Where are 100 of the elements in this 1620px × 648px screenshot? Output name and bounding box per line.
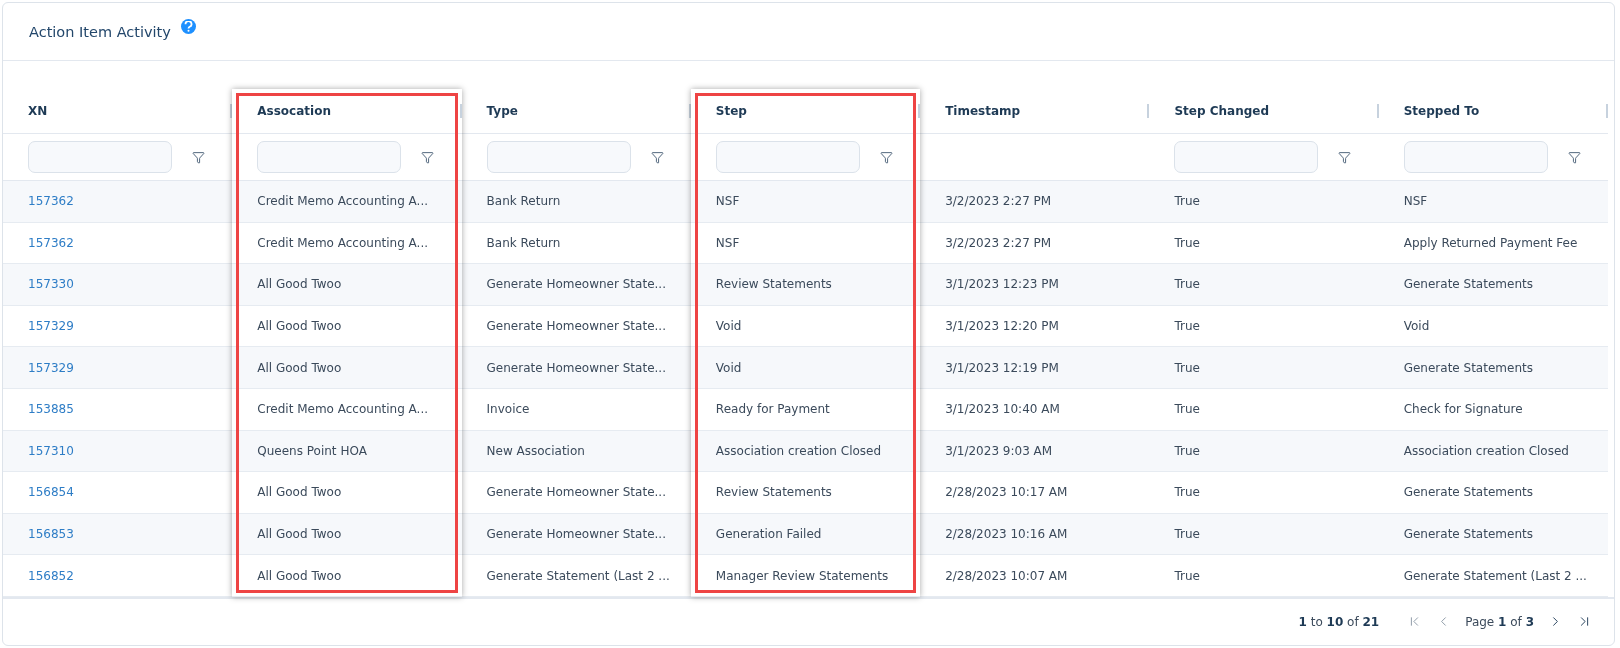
table-cell: All Good Twoo (257, 485, 342, 500)
filter-input[interactable] (486, 141, 631, 173)
table-cell: Generate Homeowner State... (486, 319, 666, 334)
table-cell: Generate Statements (1403, 360, 1533, 375)
table-cell: Credit Memo Accounting A... (257, 402, 429, 417)
table-cell: Generate Statements (1403, 277, 1533, 292)
filter-icon[interactable] (421, 150, 435, 164)
table-cell: 2/28/2023 10:17 AM (945, 485, 1068, 500)
table-cell: True (1174, 319, 1200, 334)
table-cell: 3/1/2023 10:40 AM (945, 402, 1060, 417)
table-cell: True (1174, 194, 1200, 209)
column-label[interactable]: Timestamp (945, 104, 1021, 118)
table-cell: True (1174, 360, 1200, 375)
item-link[interactable]: 157329 (28, 360, 74, 375)
table-cell: 2/28/2023 10:07 AM (945, 568, 1068, 583)
table-cell: Credit Memo Accounting A... (257, 235, 429, 250)
column-label[interactable]: Step Changed (1174, 104, 1269, 118)
item-link[interactable]: 153885 (28, 402, 74, 417)
table-cell: 3/2/2023 2:27 PM (945, 235, 1052, 250)
table-cell: Void (715, 319, 742, 334)
table-cell: Generate Statements (1403, 485, 1533, 500)
filter-input[interactable] (715, 141, 860, 173)
table-cell: Generation Failed (715, 527, 822, 542)
panel-title: Action Item Activity (29, 23, 171, 40)
table-cell: All Good Twoo (257, 568, 342, 583)
column-label[interactable]: Step (715, 104, 747, 118)
table-cell: 3/2/2023 2:27 PM (945, 194, 1052, 209)
filter-input[interactable] (1174, 141, 1319, 173)
table-cell: Association creation Closed (715, 443, 882, 458)
item-link[interactable]: 157329 (28, 319, 74, 334)
item-link[interactable]: 156854 (28, 485, 74, 500)
table-cell: Bank Return (486, 235, 561, 250)
table-cell: Generate Homeowner State... (486, 277, 666, 292)
table-cell: Association creation Closed (1403, 443, 1569, 458)
help-icon[interactable] (180, 19, 196, 34)
page-indicator: Page 1 of 3 (1465, 614, 1534, 629)
item-link[interactable]: 157330 (28, 277, 74, 292)
item-link[interactable]: 156853 (28, 527, 74, 542)
item-link[interactable]: 157362 (28, 235, 74, 250)
table-cell: Generate Homeowner State... (486, 527, 666, 542)
table-cell: True (1174, 402, 1200, 417)
filter-input[interactable] (257, 141, 402, 173)
table-cell: Check for Signature (1403, 402, 1523, 417)
table-cell: 2/28/2023 10:16 AM (945, 527, 1068, 542)
table-cell: Generate Homeowner State... (486, 485, 666, 500)
filter-icon[interactable] (1567, 150, 1581, 164)
table-cell: 3/1/2023 12:20 PM (945, 319, 1059, 334)
table-cell: New Association (486, 443, 585, 458)
filter-icon[interactable] (1338, 150, 1352, 164)
table-cell: Apply Returned Payment Fee (1403, 235, 1578, 250)
table-cell: Generate Statement (Last 2 ... (486, 568, 670, 583)
item-link[interactable]: 157362 (28, 194, 74, 209)
filter-icon[interactable] (879, 150, 893, 164)
table-cell: All Good Twoo (257, 527, 342, 542)
table-cell: Review Statements (715, 277, 832, 292)
table-cell: All Good Twoo (257, 277, 342, 292)
table-cell: Generate Statement (Last 2 ... (1403, 568, 1587, 583)
table-cell: Void (1403, 319, 1430, 334)
table-cell: All Good Twoo (257, 360, 342, 375)
column-resize-handle[interactable] (1147, 104, 1150, 118)
item-link[interactable]: 157310 (28, 443, 74, 458)
table-cell: Queens Point HOA (257, 443, 367, 458)
filter-input[interactable] (1403, 141, 1548, 173)
column-resize-handle[interactable] (1605, 104, 1608, 118)
column-resize-handle[interactable] (230, 104, 233, 118)
column-label[interactable]: Type (486, 104, 518, 118)
table-cell: 3/1/2023 9:03 AM (945, 443, 1053, 458)
table-cell: Void (715, 360, 742, 375)
column-label[interactable]: XN (28, 104, 48, 118)
table-cell: Generate Statements (1403, 527, 1533, 542)
table-cell: Ready for Payment (715, 402, 830, 417)
table-cell: 3/1/2023 12:19 PM (945, 360, 1059, 375)
table-cell: NSF (715, 194, 740, 209)
table-cell: True (1174, 568, 1200, 583)
table-cell: True (1174, 277, 1200, 292)
record-range: 1 to 10 of 21 (1298, 614, 1380, 629)
column-label[interactable]: Stepped To (1403, 104, 1480, 118)
table-cell: Generate Homeowner State... (486, 360, 666, 375)
table-cell: 3/1/2023 12:23 PM (945, 277, 1059, 292)
table-cell: True (1174, 443, 1200, 458)
filter-icon[interactable] (650, 150, 664, 164)
table-cell: NSF (715, 235, 740, 250)
table-cell: True (1174, 527, 1200, 542)
table-cell: Credit Memo Accounting A... (257, 194, 429, 209)
table-cell: Invoice (486, 402, 530, 417)
table-cell: True (1174, 485, 1200, 500)
column-resize-handle[interactable] (459, 104, 462, 118)
column-resize-handle[interactable] (1376, 104, 1379, 118)
table-cell: Bank Return (486, 194, 561, 209)
table-cell: Manager Review Statements (715, 568, 889, 583)
filter-icon[interactable] (192, 150, 205, 164)
table-cell: True (1174, 235, 1200, 250)
column-label[interactable]: Assocation (257, 104, 331, 118)
table-cell: Review Statements (715, 485, 832, 500)
column-resize-handle[interactable] (918, 104, 921, 118)
filter-input[interactable] (28, 141, 172, 173)
table-cell: All Good Twoo (257, 319, 342, 334)
column-resize-handle[interactable] (688, 104, 691, 118)
item-link[interactable]: 156852 (28, 568, 74, 583)
table-cell: NSF (1403, 194, 1428, 209)
